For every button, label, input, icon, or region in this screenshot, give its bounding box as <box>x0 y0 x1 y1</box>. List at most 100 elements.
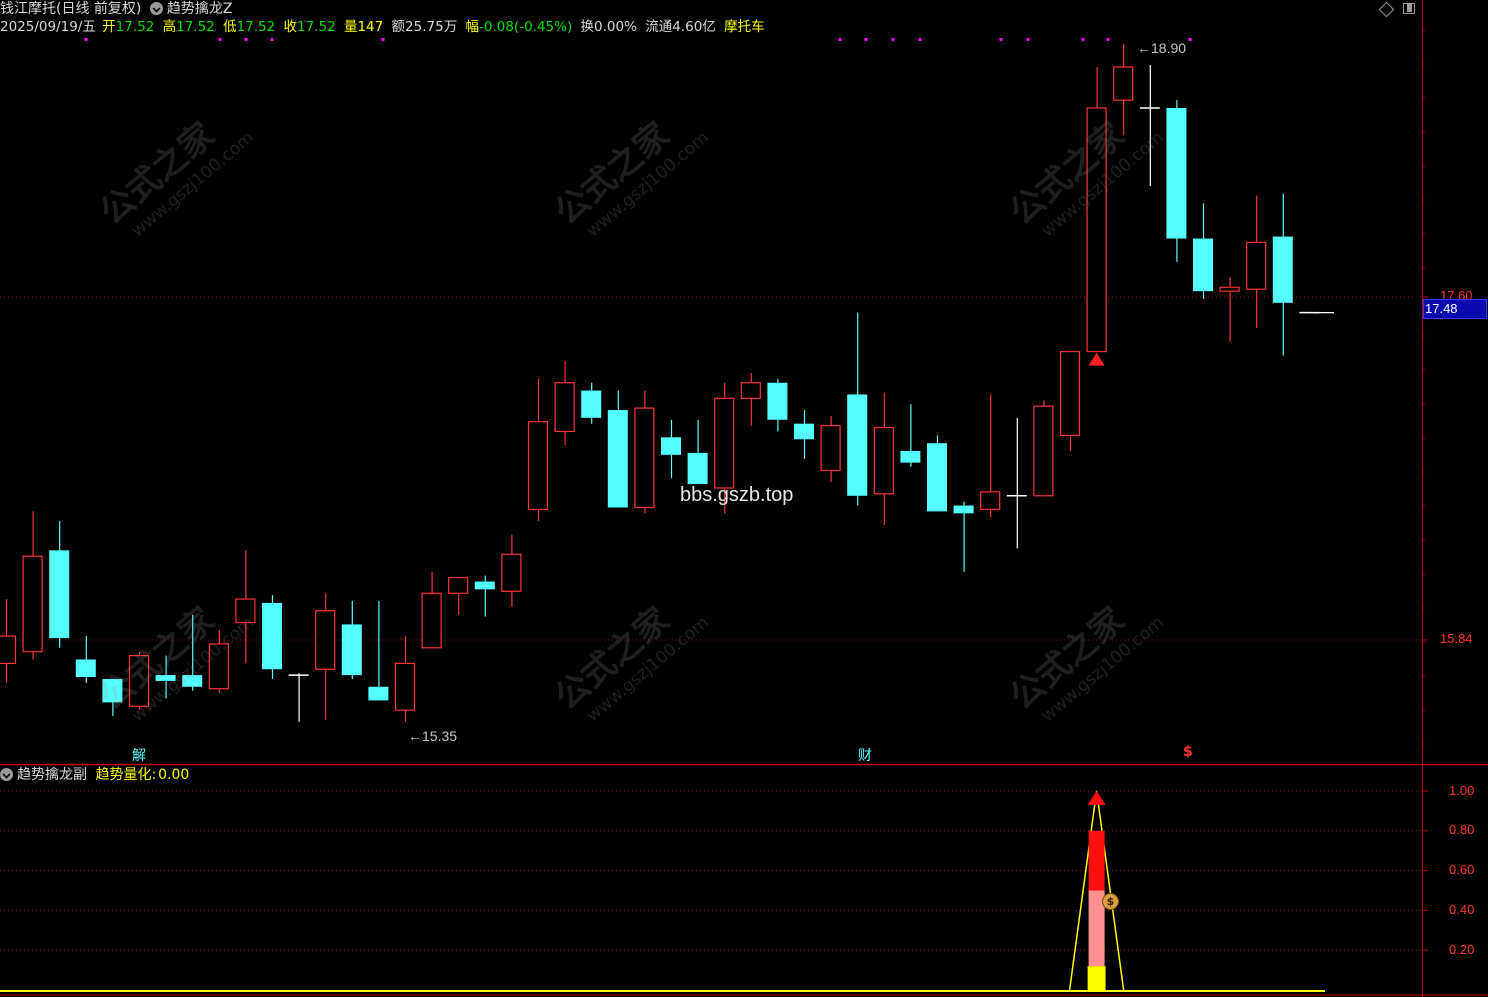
candle-body <box>1033 405 1054 497</box>
sub-axis-tick: 0.20 <box>1449 942 1475 957</box>
open-value: 17.52 <box>115 19 155 35</box>
candle-body <box>1219 286 1240 292</box>
axis-tick-label: 15.84 <box>1440 631 1473 646</box>
candle-body <box>1193 238 1213 292</box>
watermark-site: bbs.gszb.top <box>680 484 794 506</box>
candle-body <box>687 452 708 485</box>
candle-body <box>581 390 602 418</box>
signal-dot <box>999 38 1003 41</box>
candle <box>767 378 788 432</box>
candle-body <box>767 382 788 420</box>
candle-body <box>873 426 894 495</box>
candle <box>1006 417 1027 549</box>
candle-body <box>554 382 575 433</box>
sub-axis-tick: 0.60 <box>1449 862 1475 877</box>
candle <box>847 312 868 506</box>
signal-label-cai: 财 <box>858 748 872 764</box>
candle <box>820 415 841 483</box>
candle-body <box>22 555 43 653</box>
float-cap-value: 4.60亿 <box>672 19 716 35</box>
candle-body <box>634 407 655 509</box>
candle-body <box>953 505 974 514</box>
signal-dot <box>1106 38 1110 41</box>
candle-body <box>794 423 814 440</box>
low-price-marker: ←15.35 <box>408 728 458 744</box>
candle-body <box>740 382 761 399</box>
turnover-value: 0.00% <box>594 19 637 35</box>
trend-quant-series <box>0 790 1325 992</box>
candle-body <box>1166 107 1187 239</box>
candle <box>262 595 282 679</box>
candle-body <box>368 686 389 701</box>
candle-body <box>341 624 362 676</box>
trend-peak-arrow-icon <box>1087 791 1106 805</box>
candle-body <box>1246 241 1267 290</box>
candle-body <box>262 602 282 670</box>
arrow-left-icon: ← <box>408 728 422 744</box>
date-label: 2025/09/19/五 <box>0 19 96 35</box>
candle <box>927 435 947 512</box>
period-label[interactable]: (日线 前复权) <box>56 1 141 17</box>
candle <box>634 390 655 514</box>
buy-arrow-icon <box>1088 352 1105 366</box>
candle <box>1246 195 1267 329</box>
signal-dot <box>381 38 385 41</box>
candle <box>687 419 708 485</box>
candle <box>581 382 602 424</box>
sub-panel-name[interactable]: 趋势擒龙副 <box>17 767 87 783</box>
signal-dot <box>891 38 895 41</box>
current-price-tag: 17.48 <box>1423 299 1487 319</box>
coin-icon: $ <box>1102 893 1119 910</box>
candle <box>474 575 495 617</box>
candle <box>22 511 43 660</box>
sub-axis-tick: 0.40 <box>1449 902 1475 917</box>
trend-bar-top <box>1088 830 1105 891</box>
signal-dot <box>1081 38 1085 41</box>
chevron-down-icon[interactable] <box>0 768 13 781</box>
candle <box>1272 193 1293 356</box>
candle <box>1033 400 1054 497</box>
candle <box>315 593 336 720</box>
arrow-left-icon: ← <box>1137 40 1151 56</box>
indicator-name[interactable]: 趋势擒龙Z <box>167 1 233 17</box>
candle <box>953 501 974 572</box>
candle-body <box>421 592 442 649</box>
sub-axis-tick: 0.80 <box>1449 822 1475 837</box>
candle <box>980 394 1001 518</box>
candle-body <box>820 425 841 472</box>
candle <box>900 404 921 467</box>
stock-name[interactable]: 钱江摩托 <box>0 1 56 17</box>
candle <box>448 577 469 615</box>
chevron-down-icon[interactable] <box>149 2 163 15</box>
window-icon[interactable] <box>1403 3 1415 14</box>
candle-body <box>1272 236 1293 303</box>
sub-panel-title: 趋势擒龙副 趋势量化: 0.00 <box>0 766 193 784</box>
signal-dot <box>84 38 88 41</box>
candle <box>501 534 522 607</box>
candle <box>341 601 362 679</box>
signal-label-dollar: $ <box>1183 744 1193 760</box>
candle <box>873 392 894 526</box>
sub-axis-tick: 1.00 <box>1449 783 1475 798</box>
candle-body <box>714 397 735 489</box>
candle <box>1166 100 1187 262</box>
signal-dot <box>244 38 248 41</box>
sector-label[interactable]: 摩托车 <box>724 19 765 35</box>
signal-dot <box>838 38 842 41</box>
series-label: 趋势量化: <box>95 767 157 783</box>
series-value: 0.00 <box>158 767 190 783</box>
candle <box>49 521 70 648</box>
candle <box>0 599 17 683</box>
candle-body <box>448 577 469 594</box>
signal-label-jie: 解 <box>132 748 146 764</box>
candle <box>1193 203 1213 299</box>
signal-dot <box>864 38 868 41</box>
candle <box>368 601 389 701</box>
signal-dot <box>218 38 222 41</box>
candle <box>527 378 549 522</box>
candle <box>661 419 681 479</box>
high-value: 17.52 <box>176 19 215 35</box>
signal-dot <box>1188 38 1192 41</box>
signal-dot <box>1026 38 1030 41</box>
candle <box>607 390 628 508</box>
